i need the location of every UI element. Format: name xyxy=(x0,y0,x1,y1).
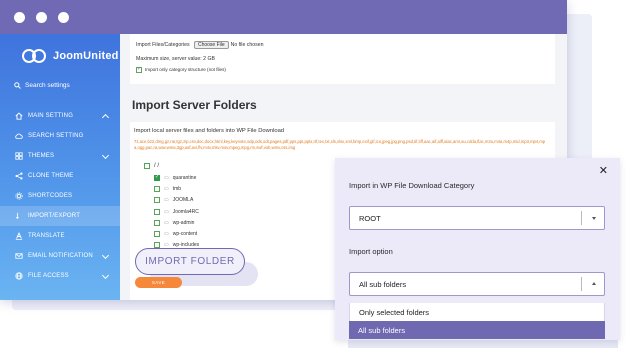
arrows-icon xyxy=(14,212,23,221)
logo-icon xyxy=(22,49,48,63)
folder-name: Joomla4RC xyxy=(172,208,199,215)
folder-expand-icon[interactable]: ▭ xyxy=(164,197,169,203)
chevron-down-icon xyxy=(101,271,110,280)
sidebar-item-clone-theme[interactable]: CLONE THEME xyxy=(0,166,120,186)
import-files-card: Import Files/Categories Choose File No fi… xyxy=(130,34,555,84)
home-icon xyxy=(14,112,23,121)
sidebar-item-file-access[interactable]: FILE ACCESS xyxy=(0,266,120,286)
share-icon xyxy=(14,172,23,181)
folder-checkbox[interactable] xyxy=(154,208,160,215)
folder-expand-icon[interactable]: ▭ xyxy=(164,231,169,237)
no-file-text: No file chosen xyxy=(230,42,264,48)
mail-icon xyxy=(14,252,23,261)
stage: JoomUnited Search settings MAIN SETTING … xyxy=(0,0,630,355)
tree-item[interactable]: ▭ tmb xyxy=(144,183,199,194)
folder-name: tmb xyxy=(172,185,182,192)
section-title: Import Server Folders xyxy=(132,98,257,112)
close-icon[interactable]: ✕ xyxy=(599,164,608,177)
select-separator xyxy=(581,211,582,225)
sidebar-item-label: THEMES xyxy=(28,153,55,159)
gear-icon xyxy=(14,192,23,201)
sidebar-item-label: FILE ACCESS xyxy=(28,273,69,279)
grid-icon xyxy=(14,152,23,161)
folder-checkbox[interactable] xyxy=(154,185,160,192)
sidebar: JoomUnited Search settings MAIN SETTING … xyxy=(0,34,120,300)
dropdown-option-only-selected[interactable]: Only selected folders xyxy=(349,303,605,321)
tree-item[interactable]: ▭ wp-admin xyxy=(144,217,199,228)
sidebar-item-shortcodes[interactable]: SHORTCODES xyxy=(0,186,120,206)
select-separator xyxy=(581,277,582,291)
choose-file-button[interactable]: Choose File xyxy=(193,41,229,49)
category-select[interactable]: ROOT xyxy=(349,206,605,230)
option-label: Import option xyxy=(349,247,393,256)
sidebar-item-label: EMAIL NOTIFICATION xyxy=(28,253,93,259)
tree-root[interactable]: / / xyxy=(144,160,199,172)
max-size-text: Maximum size, server value: 2 GB xyxy=(136,56,215,62)
folder-name: wp-admin xyxy=(172,219,195,226)
dropdown-option-all-sub-folders[interactable]: All sub folders xyxy=(349,321,605,339)
import-folder-button[interactable]: IMPORT FOLDER xyxy=(135,248,245,275)
tree-item[interactable]: ▭ Joomla4RC xyxy=(144,206,199,217)
sidebar-item-main-setting[interactable]: MAIN SETTING xyxy=(0,106,120,126)
category-label: Import in WP File Download Category xyxy=(349,181,475,190)
folder-checkbox[interactable] xyxy=(154,197,160,204)
title-bar xyxy=(0,0,567,34)
tree-item[interactable]: ▭ JOOMLA xyxy=(144,195,199,206)
sidebar-nav: MAIN SETTING SEARCH SETTING THEMES CLONE… xyxy=(0,106,120,286)
only-structure-checkbox[interactable] xyxy=(136,66,142,73)
window-dot[interactable] xyxy=(36,12,47,23)
sidebar-item-label: SHORTCODES xyxy=(28,193,73,199)
sidebar-item-translate[interactable]: TRANSLATE xyxy=(0,226,120,246)
folder-name: quarantine xyxy=(172,174,197,181)
logo-text: JoomUnited xyxy=(53,50,119,62)
root-checkbox[interactable] xyxy=(144,163,150,169)
folder-expand-icon[interactable]: ▭ xyxy=(164,220,169,226)
chevron-down-icon xyxy=(101,251,110,260)
search-placeholder: Search settings xyxy=(25,82,70,89)
folder-name: wp-content xyxy=(172,231,198,238)
sidebar-item-label: SEARCH SETTING xyxy=(28,133,84,139)
search-icon xyxy=(14,82,21,89)
chevron-down-icon xyxy=(592,217,596,220)
sidebar-item-email-notification[interactable]: EMAIL NOTIFICATION xyxy=(0,246,120,266)
only-structure-label: Import only category structure (not file… xyxy=(145,67,226,73)
import-option-select[interactable]: All sub folders xyxy=(349,272,605,296)
tree-item[interactable]: ▭quarantine xyxy=(144,172,199,183)
sidebar-item-search-setting[interactable]: SEARCH SETTING xyxy=(0,126,120,146)
cloud-icon xyxy=(14,132,23,141)
globe-icon xyxy=(14,272,23,281)
sidebar-item-label: TRANSLATE xyxy=(28,233,65,239)
only-structure-row[interactable]: Import only category structure (not file… xyxy=(136,66,226,73)
window-dot[interactable] xyxy=(14,12,25,23)
sidebar-item-themes[interactable]: THEMES xyxy=(0,146,120,166)
allowed-extensions: 7z,ace,bz2,dmg,gz,rar,tgz,zip,csv,doc,do… xyxy=(134,139,546,151)
folder-checkbox[interactable] xyxy=(154,219,160,226)
sidebar-item-label: CLONE THEME xyxy=(28,173,74,179)
import-option-value: All sub folders xyxy=(359,280,407,289)
sidebar-item-label: MAIN SETTING xyxy=(28,113,74,119)
folder-expand-icon[interactable]: ▭ xyxy=(164,209,169,215)
import-files-row: Import Files/Categories Choose File No fi… xyxy=(136,41,264,49)
search-settings[interactable]: Search settings xyxy=(14,82,70,89)
sidebar-item-import-export[interactable]: IMPORT/EXPORT xyxy=(0,206,120,226)
category-value: ROOT xyxy=(359,214,381,223)
chevron-up-icon xyxy=(101,113,110,122)
folder-expand-icon[interactable]: ▭ xyxy=(164,175,169,181)
folder-expand-icon[interactable]: ▭ xyxy=(164,186,169,192)
chevron-up-icon xyxy=(592,282,596,285)
folder-name: JOOMLA xyxy=(172,197,194,204)
chevron-down-icon xyxy=(101,151,110,160)
root-label: / / xyxy=(154,163,160,169)
translate-icon xyxy=(14,232,23,241)
save-button[interactable]: SAVE xyxy=(135,277,182,288)
sidebar-item-label: IMPORT/EXPORT xyxy=(28,213,81,219)
window-dot[interactable] xyxy=(58,12,69,23)
folder-checkbox[interactable] xyxy=(154,174,160,181)
tree-item[interactable]: ▭ wp-content xyxy=(144,228,199,239)
folder-checkbox[interactable] xyxy=(154,231,160,238)
logo: JoomUnited xyxy=(22,47,119,65)
folder-tree: / / ▭quarantine ▭tmb ▭JOOMLA ▭Joomla4RC … xyxy=(144,160,199,251)
import-files-label: Import Files/Categories xyxy=(136,42,190,48)
server-folders-description: Import local server files and folders in… xyxy=(134,128,285,134)
